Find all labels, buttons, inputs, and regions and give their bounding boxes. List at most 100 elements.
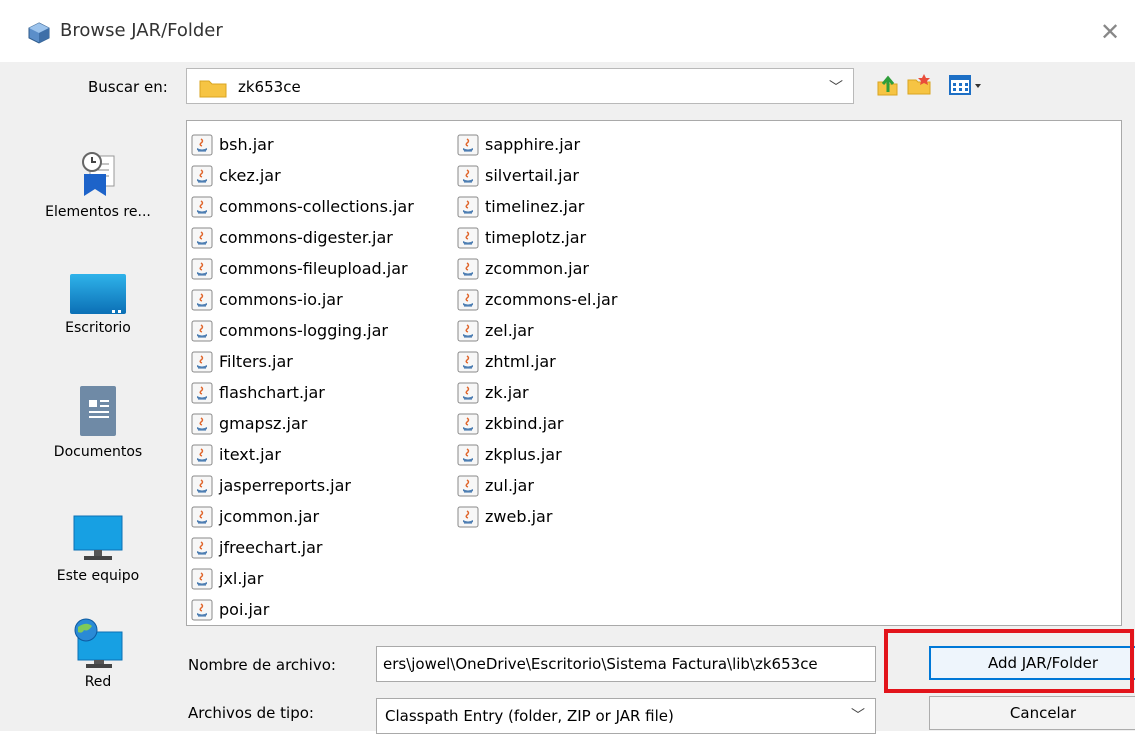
file-item[interactable]: ckez.jar [191,160,414,191]
filetype-label: Archivos de tipo: [188,704,314,722]
file-item[interactable]: zkbind.jar [457,408,617,439]
file-item[interactable]: zkplus.jar [457,439,617,470]
file-name: sapphire.jar [485,135,581,154]
file-name: zul.jar [485,476,534,495]
jar-file-icon [191,568,213,589]
browse-jar-dialog: Browse JAR/Folder ✕ Buscar en: zk653ce ﹀ [0,0,1135,734]
close-icon[interactable]: ✕ [1096,18,1124,46]
file-item[interactable]: silvertail.jar [457,160,617,191]
file-item[interactable]: bsh.jar [191,129,414,160]
file-name: jfreechart.jar [219,538,323,557]
file-name: poi.jar [219,600,270,619]
place-recent[interactable]: Elementos re... [28,144,168,220]
new-folder-icon[interactable] [906,72,932,98]
this-pc-icon [73,515,123,560]
file-item[interactable]: commons-digester.jar [191,222,414,253]
file-item[interactable]: zul.jar [457,470,617,501]
place-this-pc-label: Este equipo [56,568,140,584]
file-item[interactable]: zhtml.jar [457,346,617,377]
title-bar: Browse JAR/Folder ✕ [0,0,1135,62]
jar-file-icon [191,289,213,310]
file-name: commons-digester.jar [219,228,393,247]
filetype-value: Classpath Entry (folder, ZIP or JAR file… [385,707,674,725]
filetype-combo[interactable]: Classpath Entry (folder, ZIP or JAR file… [376,698,876,734]
jar-file-icon [457,382,479,403]
file-name: bsh.jar [219,135,274,154]
jar-file-icon [457,289,479,310]
jar-file-icon [457,320,479,341]
jar-file-icon [191,258,213,279]
place-recent-label: Elementos re... [45,204,151,220]
place-this-pc[interactable]: Este equipo [28,512,168,584]
file-item[interactable]: flashchart.jar [191,377,414,408]
file-name: zk.jar [485,383,529,402]
file-name: zcommon.jar [485,259,589,278]
file-item[interactable]: zk.jar [457,377,617,408]
file-item[interactable]: timeplotz.jar [457,222,617,253]
file-item[interactable]: itext.jar [191,439,414,470]
up-folder-icon[interactable] [874,72,900,98]
recent-items-icon [82,152,115,196]
file-item[interactable]: sapphire.jar [457,129,617,160]
jar-file-icon [191,227,213,248]
file-item[interactable]: zweb.jar [457,501,617,532]
desktop-icon [70,274,126,314]
chevron-down-icon: ﹀ [851,708,865,724]
filename-label: Nombre de archivo: [188,656,336,674]
look-in-combo[interactable]: zk653ce ﹀ [186,68,854,104]
filename-input[interactable]: ers\jowel\OneDrive\Escritorio\Sistema Fa… [376,646,876,682]
jar-file-icon [457,258,479,279]
file-column-1: bsh.jar ckez.jar commons-collections.jar co… [191,129,414,625]
look-in-label: Buscar en: [88,78,168,96]
file-name: commons-collections.jar [219,197,414,216]
file-name: flashchart.jar [219,383,325,402]
file-item[interactable]: commons-logging.jar [191,315,414,346]
chevron-down-icon: ﹀ [829,80,843,96]
place-documents-label: Documentos [53,444,143,460]
file-item[interactable]: poi.jar [191,594,414,625]
file-name: commons-logging.jar [219,321,388,340]
jar-file-icon [457,506,479,527]
file-item[interactable]: Filters.jar [191,346,414,377]
file-item[interactable]: jcommon.jar [191,501,414,532]
documents-icon [80,386,116,436]
jar-file-icon [457,444,479,465]
file-item[interactable]: zcommons-el.jar [457,284,617,315]
jar-file-icon [191,134,213,155]
jar-file-icon [457,227,479,248]
place-network[interactable]: Red [28,618,168,690]
places-bar: Elementos re... Escritorio Documentos Es… [28,120,168,720]
jar-file-icon [191,382,213,403]
file-name: zhtml.jar [485,352,556,371]
file-item[interactable]: timelinez.jar [457,191,617,222]
file-name: zel.jar [485,321,534,340]
folder-icon [199,80,227,98]
file-item[interactable]: zel.jar [457,315,617,346]
jar-file-icon [191,320,213,341]
jar-file-icon [191,537,213,558]
file-name: ckez.jar [219,166,281,185]
file-name: gmapsz.jar [219,414,308,433]
view-menu-icon[interactable] [948,72,988,98]
file-item[interactable]: commons-io.jar [191,284,414,315]
file-item[interactable]: zcommon.jar [457,253,617,284]
file-item[interactable]: gmapsz.jar [191,408,414,439]
file-item[interactable]: jasperreports.jar [191,470,414,501]
cancel-button[interactable]: Cancelar [929,696,1135,730]
jar-file-icon [457,134,479,155]
file-item[interactable]: jfreechart.jar [191,532,414,563]
file-name: zcommons-el.jar [485,290,618,309]
window-title: Browse JAR/Folder [60,20,223,41]
file-item[interactable]: jxl.jar [191,563,414,594]
file-name: itext.jar [219,445,281,464]
jar-file-icon [191,444,213,465]
place-desktop[interactable]: Escritorio [28,270,168,336]
file-name: jcommon.jar [219,507,320,526]
place-desktop-label: Escritorio [65,320,131,336]
file-name: jxl.jar [219,569,264,588]
file-item[interactable]: commons-fileupload.jar [191,253,414,284]
jar-file-icon [457,351,479,372]
place-documents[interactable]: Documentos [28,384,168,460]
file-item[interactable]: commons-collections.jar [191,191,414,222]
file-list[interactable]: bsh.jar ckez.jar commons-collections.jar co… [186,120,1122,626]
